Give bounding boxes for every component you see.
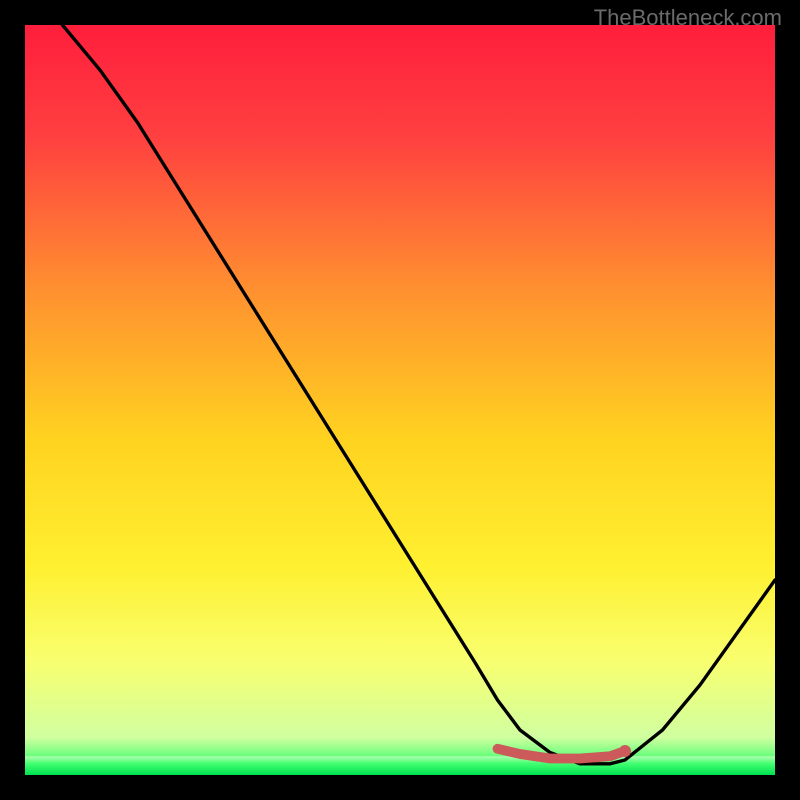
chart-plot-area xyxy=(25,25,775,775)
optimal-range-end-dot xyxy=(619,745,631,757)
bottleneck-curve xyxy=(63,25,776,764)
watermark-text: TheBottleneck.com xyxy=(594,5,782,31)
optimal-range-marker xyxy=(498,749,626,759)
chart-curve-layer xyxy=(25,25,775,775)
